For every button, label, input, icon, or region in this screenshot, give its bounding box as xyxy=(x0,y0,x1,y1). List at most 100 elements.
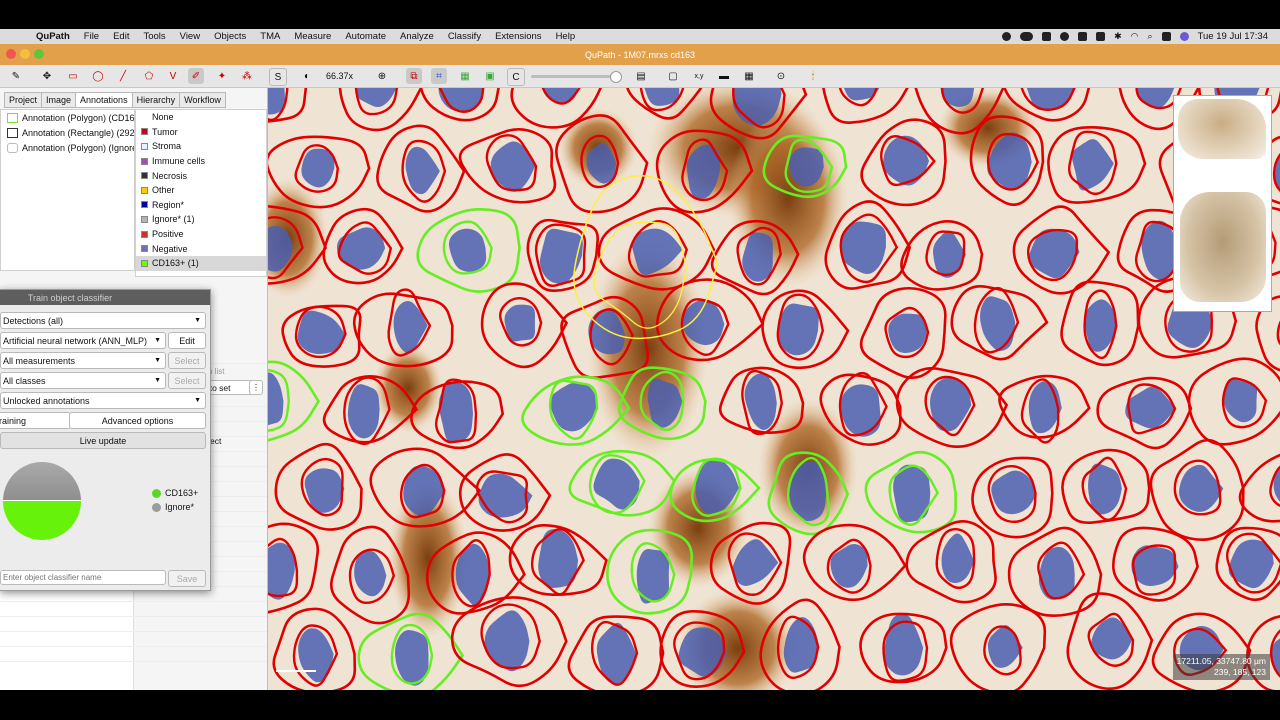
class-item[interactable]: None xyxy=(136,110,266,125)
menu-objects[interactable]: Objects xyxy=(207,31,253,42)
load-training-button[interactable]: raining xyxy=(0,412,71,429)
menu-analyze[interactable]: Analyze xyxy=(393,31,441,42)
tab-image[interactable]: Image xyxy=(41,92,77,108)
polyline-icon[interactable]: V xyxy=(165,68,181,84)
minimize-window-icon[interactable] xyxy=(20,49,30,59)
overview-tissue-bottom xyxy=(1180,192,1266,302)
wand-icon[interactable]: ✦ xyxy=(214,68,230,84)
overview-tissue-top xyxy=(1178,99,1266,159)
class-item[interactable]: CD163+ (1) xyxy=(136,255,266,271)
menu-view[interactable]: View xyxy=(173,31,207,42)
select-features-button[interactable]: Select xyxy=(168,352,206,369)
menu-extensions[interactable]: Extensions xyxy=(488,31,548,42)
chrome-icon[interactable] xyxy=(1060,32,1070,41)
move-icon[interactable]: ✥ xyxy=(39,68,55,84)
window-titlebar: QuPath - 1M07.mrxs cd163 xyxy=(0,44,1280,65)
selection-mode-icon[interactable]: S xyxy=(269,68,287,86)
toggle-analysis-pane-icon[interactable]: ✎ xyxy=(8,68,24,84)
menu-file[interactable]: File xyxy=(77,31,106,42)
show-scalebar-icon[interactable]: ▬ xyxy=(716,68,732,84)
pie-slice-ignore xyxy=(3,462,81,501)
edit-classifier-button[interactable]: Edit xyxy=(168,332,206,349)
object-filter-select[interactable]: Detections (all) ▼ xyxy=(0,312,206,329)
annotation-item[interactable]: Annotation (Rectangle) (292) xyxy=(1,125,134,140)
control-center-icon[interactable] xyxy=(1161,32,1171,41)
image-viewer[interactable]: 17211.05, 33747.80 µm 239, 185, 123 xyxy=(268,88,1280,690)
text-icon[interactable] xyxy=(1078,32,1088,41)
menu-measure[interactable]: Measure xyxy=(287,31,338,42)
show-detections-icon[interactable]: ▦ xyxy=(457,68,473,84)
live-update-button[interactable]: Live update xyxy=(0,432,206,449)
class-item[interactable]: Tumor xyxy=(136,125,266,140)
classifier-name-input[interactable] xyxy=(0,570,166,585)
search-icon[interactable]: ⌕ xyxy=(1148,31,1153,42)
classes-select[interactable]: All classes ▼ xyxy=(0,372,166,389)
brightness-contrast-icon[interactable]: ◐ xyxy=(299,68,315,84)
class-item[interactable]: Ignore* (1) xyxy=(136,212,266,227)
tab-workflow[interactable]: Workflow xyxy=(179,92,226,108)
clock[interactable]: Tue 19 Jul 17:34 xyxy=(1198,31,1268,42)
tab-hierarchy[interactable]: Hierarchy xyxy=(131,92,181,108)
cloud-icon[interactable] xyxy=(1020,32,1034,41)
zoom-to-fit-icon[interactable]: ⊕ xyxy=(374,68,390,84)
opacity-slider[interactable] xyxy=(531,75,619,78)
line-icon[interactable]: ╱ xyxy=(115,68,131,84)
wifi-icon[interactable]: ◠ xyxy=(1131,31,1139,42)
tab-project[interactable]: Project xyxy=(4,92,43,108)
menu-help[interactable]: Help xyxy=(549,31,583,42)
select-classes-button[interactable]: Select xyxy=(168,372,206,389)
menu-edit[interactable]: Edit xyxy=(106,31,136,42)
show-overview-icon[interactable]: ▢ xyxy=(665,68,681,84)
features-select[interactable]: All measurements ▼ xyxy=(0,352,166,369)
show-connections-icon[interactable]: C xyxy=(507,68,525,86)
brush-icon[interactable]: ✐ xyxy=(188,68,204,84)
classifier-type-select[interactable]: Artificial neural network (ANN_MLP) ▼ xyxy=(0,332,166,349)
class-label: Tumor xyxy=(152,126,178,137)
class-item[interactable]: Other xyxy=(136,183,266,198)
cursor-coordinates: 17211.05, 33747.80 µm xyxy=(1176,656,1266,666)
menu-classify[interactable]: Classify xyxy=(441,31,488,42)
display-icon[interactable] xyxy=(1096,32,1106,41)
tab-annotations[interactable]: Annotations xyxy=(75,92,133,108)
menu-tma[interactable]: TMA xyxy=(253,31,287,42)
show-grid-icon[interactable]: ▤ xyxy=(633,68,649,84)
menu-app-name[interactable]: QuPath xyxy=(26,31,77,42)
class-item[interactable]: Immune cells xyxy=(136,154,266,169)
bluetooth-icon[interactable]: ✱ xyxy=(1114,31,1122,42)
class-color-swatch xyxy=(141,201,148,209)
ellipse-icon[interactable]: ◯ xyxy=(90,68,106,84)
log-icon[interactable]: 🕯 xyxy=(805,68,821,84)
opacity-slider-thumb[interactable] xyxy=(610,71,622,83)
training-data-select[interactable]: Unlocked annotations ▼ xyxy=(0,392,206,409)
status-area: ✱ ◠ ⌕ Tue 19 Jul 17:34 xyxy=(1002,31,1280,42)
show-annotations-icon[interactable]: ⧉ xyxy=(406,68,422,84)
record-icon[interactable] xyxy=(1002,32,1012,41)
tissue-image[interactable] xyxy=(268,88,1280,690)
menu-automate[interactable]: Automate xyxy=(338,31,393,42)
gamepad-icon[interactable] xyxy=(1042,32,1052,41)
class-item[interactable]: Stroma xyxy=(136,139,266,154)
class-label: CD163+ (1) xyxy=(152,258,199,269)
points-icon[interactable]: ⁂ xyxy=(239,68,255,84)
class-item[interactable]: Region* xyxy=(136,198,266,213)
save-classifier-button[interactable]: Save xyxy=(168,570,206,587)
class-item[interactable]: Necrosis xyxy=(136,168,266,183)
siri-icon[interactable] xyxy=(1179,32,1189,41)
slide-overview-thumbnail[interactable] xyxy=(1173,95,1272,312)
advanced-options-button[interactable]: Advanced options xyxy=(69,412,206,429)
class-item[interactable]: Negative xyxy=(136,241,266,256)
polygon-icon[interactable]: ⬠ xyxy=(141,68,157,84)
rectangle-icon[interactable]: ▭ xyxy=(65,68,81,84)
show-counting-grid-icon[interactable]: ▦ xyxy=(741,68,757,84)
menu-tools[interactable]: Tools xyxy=(136,31,172,42)
close-window-icon[interactable] xyxy=(6,49,16,59)
show-tma-grid-icon[interactable]: ⌗ xyxy=(431,68,447,84)
annotation-item[interactable]: Annotation (Polygon) (CD163+) xyxy=(1,110,134,125)
class-item[interactable]: Positive xyxy=(136,227,266,242)
more-options-icon[interactable]: ⋮ xyxy=(249,380,263,395)
show-cursor-location-icon[interactable]: x,y xyxy=(691,68,707,84)
measurement-icon[interactable]: ⊙ xyxy=(773,68,789,84)
zoom-window-icon[interactable] xyxy=(34,49,44,59)
annotation-item[interactable]: Annotation (Polygon) (Ignore*) xyxy=(1,140,134,155)
fill-detections-icon[interactable]: ▣ xyxy=(482,68,498,84)
